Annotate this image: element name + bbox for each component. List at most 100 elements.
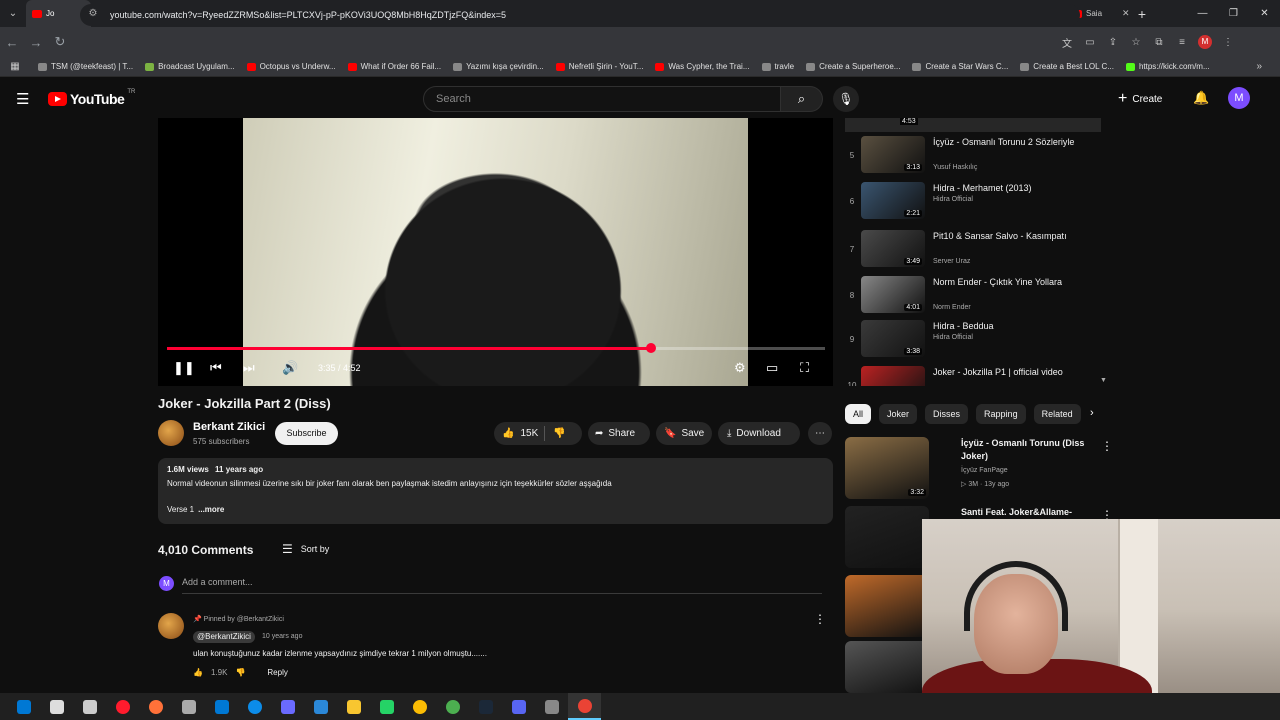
browser-menu-icon[interactable]: ⋮ [1221,37,1235,48]
store-icon[interactable] [205,693,238,720]
bookmark-item[interactable]: Nefretli Şirin - YouT... [555,62,643,71]
restore-icon[interactable]: ❐ [1218,0,1249,27]
discord-icon[interactable] [502,693,535,720]
bookmark-item[interactable]: TSM (@teekfeast) | T... [38,62,133,71]
recommended-more-icon[interactable]: ⋮ [1101,439,1113,453]
bookmark-item[interactable]: Create a Superheroe... [806,62,900,71]
chrome-icon[interactable] [403,693,436,720]
recommended-title[interactable]: Santi Feat. Joker&Allame- [961,506,1101,519]
playlist-thumbnail[interactable] [861,366,925,386]
whatsapp-icon[interactable] [370,693,403,720]
edge-icon[interactable] [238,693,271,720]
subscribe-button[interactable]: Subscribe [275,422,338,445]
theater-mode-icon[interactable]: ▭ [766,360,778,376]
playlist-title[interactable]: Joker - Jokzilla P1 | official video [933,366,1083,379]
like-button[interactable]: 👍 15K [494,422,538,445]
volume-icon[interactable]: 🔊 [282,360,298,376]
playlist-current-row[interactable]: 4:53 [845,118,1101,132]
bookmark-item[interactable]: https://kick.com/m... [1125,62,1210,71]
bookmark-star-icon[interactable]: ☆ [1129,37,1143,48]
comment-dislike-icon[interactable]: 👎 [235,668,245,677]
playlist-item[interactable]: 6 2:21 Hidra - Merhamet (2013) Hidra Offici… [845,180,1101,224]
channel-name[interactable]: Berkant Zikici [193,421,265,433]
share-button[interactable]: ➦ Share [588,422,650,445]
notifications-bell-icon[interactable]: 🔔 [1193,90,1209,106]
chip-rapping[interactable]: Rapping [976,404,1026,424]
bookmark-item[interactable]: Create a Star Wars C... [912,62,1008,71]
opera-icon[interactable] [106,693,139,720]
profile-avatar[interactable]: M [1198,35,1212,49]
new-tab-button[interactable]: + [1131,6,1153,22]
playlist-item[interactable]: 10 Joker - Jokzilla P1 | official video [845,364,1101,386]
apps-grid-icon[interactable]: ▦ [6,61,24,72]
playlist-title[interactable]: Hidra - Beddua [933,320,1083,333]
reply-button[interactable]: Reply [267,668,287,677]
playlist-title[interactable]: Norm Ender - Çıktık Yine Yollara [933,276,1083,289]
sort-by-button[interactable]: ☰ Sort by [282,542,329,556]
bookmark-item[interactable]: What if Order 66 Fail... [347,62,441,71]
previous-icon[interactable]: ⏮ [210,360,222,376]
forward-button[interactable]: → [24,35,48,50]
recommended-thumbnail[interactable]: 3:32 [845,437,929,499]
close-tab-icon[interactable]: ✕ [1122,8,1130,19]
tab-search-icon[interactable]: ⌄ [0,0,26,27]
comment-more-icon[interactable]: ⋮ [814,612,826,626]
url-bar[interactable]: ⚙ youtube.com/watch?v=RyeedZZRMSo&list=P… [80,4,1080,26]
pause-icon[interactable]: ❚❚ [173,360,195,376]
dislike-button[interactable]: 👎 [545,428,565,439]
playlist-thumbnail[interactable]: 2:21 [861,182,925,219]
comment-author[interactable]: @BerkantZikici [193,631,255,643]
chip-related[interactable]: Related [1033,404,1081,424]
bookmark-item[interactable]: Create a Best LOL C... [1020,62,1114,71]
chip-joker[interactable]: Joker [879,404,918,424]
translate-icon[interactable]: 文 [1060,35,1074,50]
app4-icon[interactable] [535,693,568,720]
bookmark-item[interactable]: Was Cypher, the Trai... [655,62,750,71]
playlist-thumbnail[interactable]: 3:49 [861,230,925,267]
steam-icon[interactable] [469,693,502,720]
bookmark-item[interactable]: Broadcast Uygulam... [145,62,235,71]
next-icon[interactable]: ⏭ [243,360,255,376]
comment-time[interactable]: 10 years ago [262,633,302,640]
bookmark-item[interactable]: Octopus vs Underw... [246,62,336,71]
playlist-scroll-down-icon[interactable]: ▼ [1100,377,1107,384]
sidebar-icon[interactable]: ≡ [1175,37,1189,48]
app2-icon[interactable] [271,693,304,720]
account-avatar[interactable]: M [1228,87,1250,109]
show-more-link[interactable]: ...more [198,505,224,514]
chrome2-icon[interactable] [436,693,469,720]
windows-start-icon[interactable] [7,693,40,720]
description-box[interactable]: 1.6M views 11 years ago Normal videonun … [158,458,833,524]
chips-next-icon[interactable]: › [1090,407,1094,419]
download-button[interactable]: ⤓ Download [718,422,800,445]
task-view-icon[interactable] [73,693,106,720]
add-comment-input[interactable]: Add a comment... [182,577,253,587]
playlist-thumbnail[interactable]: 3:38 [861,320,925,357]
youtube-logo[interactable]: YouTube TR [48,89,135,107]
search-icon[interactable] [40,693,73,720]
save-button[interactable]: 🔖 Save [656,422,712,445]
more-actions-button[interactable]: ⋯ [808,422,832,445]
recommended-thumbnail[interactable] [845,641,929,693]
playlist-thumbnail[interactable]: 4:01 [861,276,925,313]
voice-search-button[interactable]: 🎙 [833,86,859,112]
progress-bar[interactable] [167,343,825,353]
app-icon[interactable] [172,693,205,720]
extensions-icon[interactable]: ⧉ [1152,37,1166,48]
settings-gear-icon[interactable]: ⚙ [734,360,746,376]
site-info-icon[interactable]: ⚙ [86,8,100,22]
recommended-thumbnail[interactable] [845,506,929,568]
playlist-title[interactable]: Hidra - Merhamet (2013) [933,182,1083,195]
menu-icon[interactable]: ☰ [16,90,29,108]
playlist-item[interactable]: 7 3:49 Pit10 & Sansar Salvo - Kasımpatı Ser… [845,228,1101,272]
chrome-active-icon[interactable] [568,693,601,720]
bookmarks-overflow-icon[interactable]: » [1256,61,1262,72]
reload-button[interactable]: ↻ [48,34,72,50]
playlist-item[interactable]: 9 3:38 Hidra - Beddua Hidra Official [845,318,1101,362]
cast-icon[interactable]: ▭ [1083,37,1097,48]
bookmark-item[interactable]: Yazımı kışa çevirdin... [453,62,544,71]
playlist-title[interactable]: İçyüz - Osmanlı Torunu 2 Sözleriyle [933,136,1083,149]
playlist-title[interactable]: Pit10 & Sansar Salvo - Kasımpatı [933,230,1083,243]
recommended-title[interactable]: İçyüz - Osmanlı Torunu (Diss Joker) [961,437,1101,463]
firefox-icon[interactable] [139,693,172,720]
